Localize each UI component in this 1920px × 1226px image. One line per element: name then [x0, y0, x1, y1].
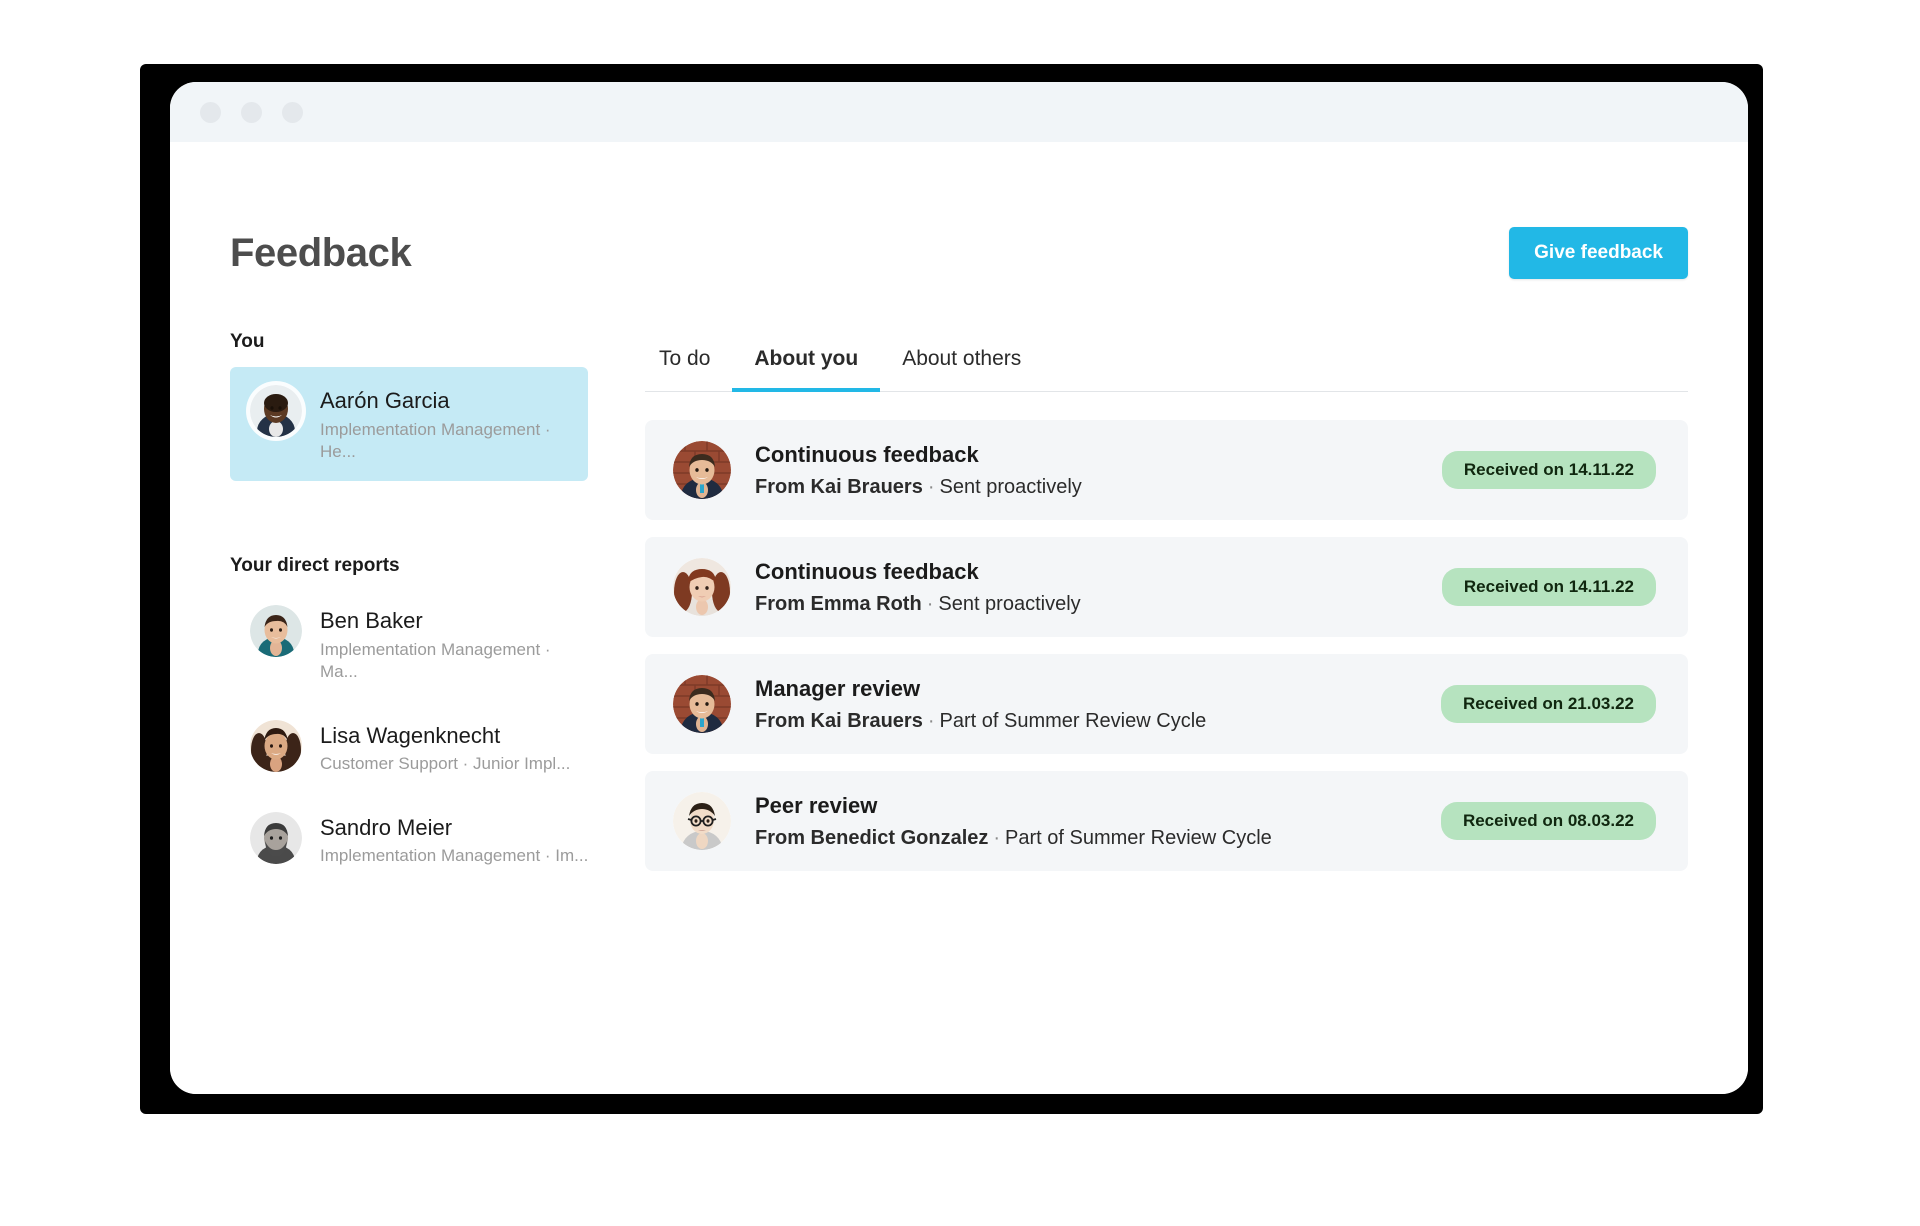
feedback-from: From Benedict Gonzalez — [755, 826, 989, 849]
sidebar: You Aarón Garcia Implementation Manageme… — [230, 331, 630, 896]
page-title: Feedback — [230, 230, 412, 275]
separator-dot: · — [927, 475, 935, 498]
avatar — [250, 605, 302, 658]
avatar — [673, 558, 731, 616]
avatar — [673, 441, 731, 499]
feedback-title: Continuous feedback — [755, 441, 979, 467]
feedback-text: Peer review From Benedict Gonzalez · Part … — [755, 793, 1441, 850]
status-badge: Received on 08.03.22 — [1440, 802, 1656, 840]
sidebar-reports-label: Your direct reports — [230, 555, 400, 577]
sidebar-item-role: Customer Support · Junior Impl... — [320, 754, 571, 774]
sidebar-item-role: Implementation Management · He... — [320, 419, 551, 461]
feedback-subtitle: From Emma Roth · Sent proactively — [755, 593, 1442, 616]
sidebar-item-name: Ben Baker — [320, 608, 423, 634]
feedback-row[interactable]: Manager review From Kai Brauers · Part of … — [645, 654, 1688, 754]
feedback-row[interactable]: Continuous feedback From Kai Brauers · Sen… — [645, 420, 1688, 520]
feedback-text: Continuous feedback From Kai Brauers · Sen… — [755, 442, 1442, 499]
avatar — [673, 675, 731, 733]
main-panel: To do About you About others Continuous … — [630, 331, 1688, 896]
feedback-from: From Kai Brauers — [755, 475, 923, 498]
sidebar-item-name: Lisa Wagenknecht — [320, 722, 501, 748]
sidebar-item-sandro-meier[interactable]: Sandro Meier Implementation Management ·… — [230, 804, 610, 876]
feedback-text: Continuous feedback From Emma Roth · Sent … — [755, 559, 1442, 616]
page-header: Feedback Give feedback — [230, 142, 1688, 279]
status-badge: Received on 21.03.22 — [1440, 685, 1656, 723]
tab-about-others[interactable]: About others — [880, 347, 1043, 392]
status-badge: Received on 14.11.22 — [1441, 451, 1656, 489]
feedback-title: Continuous feedback — [755, 558, 979, 584]
sidebar-item-lisa-wagenknecht[interactable]: Lisa Wagenknecht Customer Support · Juni… — [230, 712, 610, 784]
separator-dot: · — [927, 709, 935, 732]
sidebar-item-ben-baker[interactable]: Ben Baker Implementation Management · Ma… — [230, 597, 610, 691]
tab-about-you[interactable]: About you — [732, 347, 881, 392]
avatar — [250, 811, 302, 864]
page-content: Feedback Give feedback You Aarón Garcia … — [170, 142, 1748, 1094]
content-area: You Aarón Garcia Implementation Manageme… — [230, 331, 1688, 896]
status-badge: Received on 14.11.22 — [1441, 568, 1656, 606]
browser-window: Feedback Give feedback You Aarón Garcia … — [170, 82, 1748, 1094]
feedback-row[interactable]: Continuous feedback From Emma Roth · Sent … — [645, 537, 1688, 637]
sidebar-you-label: You — [230, 331, 265, 352]
feedback-row[interactable]: Peer review From Benedict Gonzalez · Part … — [645, 771, 1688, 871]
feedback-subtitle: From Kai Brauers · Part of Summer Review C… — [755, 710, 1441, 733]
feedback-title: Manager review — [755, 675, 921, 701]
sidebar-item-text: Aarón Garcia Implementation Management ·… — [320, 385, 568, 463]
maximize-icon[interactable] — [282, 101, 303, 123]
sidebar-item-name: Sandro Meier — [320, 814, 453, 840]
close-icon[interactable] — [200, 101, 221, 123]
feedback-subtitle: From Benedict Gonzalez · Part of Summer Re… — [755, 827, 1441, 850]
window-titlebar — [170, 82, 1748, 142]
feedback-context: Sent proactively — [938, 592, 1081, 615]
separator-dot: · — [926, 592, 934, 615]
give-feedback-button[interactable]: Give feedback — [1509, 227, 1688, 279]
minimize-icon[interactable] — [241, 101, 262, 123]
tab-bar: To do About you About others — [645, 331, 1688, 392]
feedback-context: Sent proactively — [939, 475, 1082, 498]
tab-to-do[interactable]: To do — [645, 347, 732, 392]
sidebar-item-role: Implementation Management · Ma... — [320, 639, 551, 682]
sidebar-item-role: Implementation Management · Im... — [320, 846, 589, 866]
feedback-title: Peer review — [755, 792, 878, 818]
screenshot-root: Feedback Give feedback You Aarón Garcia … — [0, 0, 1920, 1226]
avatar — [250, 385, 302, 437]
sidebar-item-text: Sandro Meier Implementation Management ·… — [320, 812, 588, 868]
feedback-from: From Emma Roth — [755, 592, 922, 615]
separator-dot: · — [993, 826, 1001, 849]
feedback-context: Part of Summer Review Cycle — [1005, 826, 1272, 849]
sidebar-item-you[interactable]: Aarón Garcia Implementation Management ·… — [230, 367, 588, 482]
sidebar-item-name: Aarón Garcia — [320, 388, 450, 413]
feedback-subtitle: From Kai Brauers · Sent proactively — [755, 476, 1442, 499]
avatar — [250, 719, 302, 772]
feedback-from: From Kai Brauers — [755, 709, 923, 732]
feedback-context: Part of Summer Review Cycle — [939, 709, 1207, 732]
sidebar-item-text: Ben Baker Implementation Management · Ma… — [320, 605, 590, 683]
avatar — [673, 792, 731, 850]
feedback-text: Manager review From Kai Brauers · Part of … — [755, 676, 1441, 733]
sidebar-item-text: Lisa Wagenknecht Customer Support · Juni… — [320, 720, 570, 776]
feedback-list: Continuous feedback From Kai Brauers · Sen… — [645, 420, 1688, 871]
